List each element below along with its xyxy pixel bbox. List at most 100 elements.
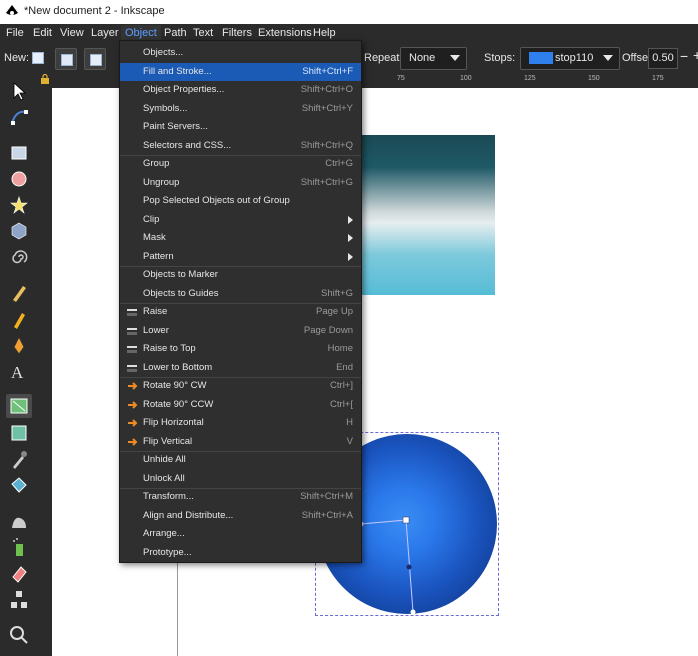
rotate-ccw-icon bbox=[126, 399, 138, 411]
offset-decrement-button[interactable]: − bbox=[680, 48, 688, 64]
menu-layer[interactable]: Layer bbox=[91, 27, 119, 39]
menu-item-flip-vertical[interactable]: Flip Vertical V bbox=[120, 433, 361, 451]
menu-view[interactable]: View bbox=[60, 27, 84, 39]
menu-item-object-properties[interactable]: Object Properties... Shift+Ctrl+O bbox=[120, 81, 361, 99]
dropper-tool-icon[interactable] bbox=[8, 448, 30, 470]
menu-item-shortcut: Shift+Ctrl+Q bbox=[300, 139, 353, 151]
menu-item-label: Flip Vertical bbox=[143, 435, 193, 447]
menu-item-shortcut: Home bbox=[327, 343, 353, 354]
menu-item-shortcut: Shift+Ctrl+G bbox=[300, 176, 353, 188]
rectangle-tool-icon[interactable] bbox=[8, 142, 30, 164]
repeat-select[interactable]: None bbox=[400, 47, 467, 70]
menu-text[interactable]: Text bbox=[193, 27, 213, 39]
menu-item-objects[interactable]: Objects... bbox=[120, 44, 361, 62]
eraser-tool-icon[interactable] bbox=[8, 562, 30, 584]
node-tool-icon[interactable] bbox=[8, 106, 30, 128]
new-radial-button[interactable] bbox=[55, 48, 77, 70]
linear-gradient-rectangle[interactable] bbox=[360, 135, 495, 295]
ellipse-tool-icon[interactable] bbox=[8, 168, 30, 190]
menu-item-label: Lower to Bottom bbox=[143, 361, 213, 373]
menu-item-align-and-distribute[interactable]: Align and Distribute... Shift+Ctrl+A bbox=[120, 507, 361, 525]
menu-filters[interactable]: Filters bbox=[222, 27, 252, 39]
menu-item-paint-servers[interactable]: Paint Servers... bbox=[120, 118, 361, 136]
menu-file[interactable]: File bbox=[6, 27, 24, 39]
menu-item-label: Align and Distribute... bbox=[143, 509, 234, 521]
zoom-tool-icon[interactable] bbox=[8, 624, 30, 646]
connector-tool-icon[interactable] bbox=[8, 588, 30, 610]
menu-item-label: Ungroup bbox=[143, 176, 180, 188]
menu-item-label: Arrange... bbox=[143, 528, 185, 539]
stops-select[interactable]: stop110 bbox=[520, 47, 620, 70]
selector-tool-icon[interactable] bbox=[8, 80, 30, 102]
gradient-center-handle[interactable] bbox=[402, 516, 410, 524]
pencil-tool-icon[interactable] bbox=[8, 282, 30, 304]
menu-item-arrange[interactable]: Arrange... bbox=[120, 525, 361, 543]
menu-item-unlock-all[interactable]: Unlock All bbox=[120, 470, 361, 488]
menu-item-objects-to-marker[interactable]: Objects to Marker bbox=[120, 266, 361, 284]
flip-horizontal-icon bbox=[126, 417, 138, 429]
offset-increment-button[interactable]: + bbox=[693, 47, 698, 63]
menu-item-group[interactable]: Group Ctrl+G bbox=[120, 155, 361, 173]
star-tool-icon[interactable] bbox=[8, 194, 30, 216]
menu-item-label: Pattern bbox=[143, 250, 174, 262]
menu-item-pop-selected-objects-out-of-group[interactable]: Pop Selected Objects out of Group bbox=[120, 192, 361, 210]
tweak-tool-icon[interactable] bbox=[8, 510, 30, 532]
menu-item-selectors-and-css[interactable]: Selectors and CSS... Shift+Ctrl+Q bbox=[120, 137, 361, 155]
chevron-down-icon bbox=[450, 55, 460, 61]
menu-item-lower-to-bottom[interactable]: Lower to Bottom End bbox=[120, 359, 361, 377]
object-menu-dropdown: Objects... Fill and Stroke... Shift+Ctrl+F… bbox=[119, 40, 362, 563]
menu-item-rotate-90-cw[interactable]: Rotate 90° CW Ctrl+] bbox=[120, 377, 361, 395]
menu-item-shortcut: Page Up bbox=[316, 306, 353, 317]
menu-edit[interactable]: Edit bbox=[33, 27, 52, 39]
menu-item-label: Object Properties... bbox=[143, 84, 225, 95]
gradient-tool-button[interactable] bbox=[6, 394, 32, 418]
menu-item-shortcut: Ctrl+[ bbox=[330, 398, 353, 410]
text-tool-icon[interactable]: A bbox=[8, 360, 30, 382]
offset-input[interactable]: 0.50 bbox=[648, 48, 678, 69]
menu-item-shortcut: Shift+Ctrl+O bbox=[300, 84, 353, 95]
menu-item-raise-to-top[interactable]: Raise to Top Home bbox=[120, 340, 361, 358]
gradient-tool-icon bbox=[10, 398, 28, 414]
menu-item-label: Raise to Top bbox=[143, 343, 196, 354]
menu-item-raise[interactable]: Raise Page Up bbox=[120, 303, 361, 321]
gradient-radius-handle[interactable] bbox=[410, 609, 416, 615]
window-title: *New document 2 - Inkscape bbox=[24, 5, 165, 17]
spray-tool-icon[interactable] bbox=[8, 536, 30, 558]
gradient-stop-handle[interactable] bbox=[406, 564, 412, 570]
ruler-label: 100 bbox=[460, 75, 472, 82]
pen-tool-icon[interactable] bbox=[8, 308, 30, 330]
menu-extensions[interactable]: Extensions bbox=[258, 27, 312, 39]
ruler-label: 175 bbox=[652, 75, 664, 82]
new-mesh-button[interactable] bbox=[84, 48, 106, 70]
menu-item-symbols[interactable]: Symbols... Shift+Ctrl+Y bbox=[120, 100, 361, 118]
menu-path[interactable]: Path bbox=[164, 27, 187, 39]
menu-item-clip[interactable]: Clip bbox=[120, 211, 361, 229]
menu-help[interactable]: Help bbox=[313, 27, 336, 39]
new-linear-button[interactable] bbox=[28, 48, 50, 70]
flip-vertical-icon bbox=[126, 436, 138, 448]
menu-item-pattern[interactable]: Pattern bbox=[120, 248, 361, 266]
calligraphy-tool-icon[interactable] bbox=[8, 334, 30, 356]
menu-item-label: Paint Servers... bbox=[143, 121, 208, 132]
lock-icon[interactable] bbox=[40, 74, 50, 84]
menu-item-flip-horizontal[interactable]: Flip Horizontal H bbox=[120, 414, 361, 432]
menu-item-fill-and-stroke[interactable]: Fill and Stroke... Shift+Ctrl+F bbox=[120, 62, 361, 81]
vertical-ruler bbox=[38, 88, 52, 656]
menu-item-objects-to-guides[interactable]: Objects to Guides Shift+G bbox=[120, 285, 361, 303]
spiral-tool-icon[interactable] bbox=[8, 246, 30, 268]
mesh-tool-icon[interactable] bbox=[8, 422, 30, 444]
menu-item-mask[interactable]: Mask bbox=[120, 229, 361, 247]
menu-item-lower[interactable]: Lower Page Down bbox=[120, 322, 361, 340]
menu-item-unhide-all[interactable]: Unhide All bbox=[120, 451, 361, 469]
paint-bucket-tool-icon[interactable] bbox=[8, 474, 30, 496]
menu-item-prototype[interactable]: Prototype... bbox=[120, 544, 361, 562]
repeat-value: None bbox=[409, 52, 436, 64]
menu-item-ungroup[interactable]: Ungroup Shift+Ctrl+G bbox=[120, 174, 361, 192]
menu-item-shortcut: End bbox=[336, 361, 353, 373]
menu-item-transform[interactable]: Transform... Shift+Ctrl+M bbox=[120, 488, 361, 506]
ruler-label: 75 bbox=[397, 75, 405, 82]
3d-box-tool-icon[interactable] bbox=[8, 220, 30, 242]
menu-item-rotate-90-ccw[interactable]: Rotate 90° CCW Ctrl+[ bbox=[120, 396, 361, 414]
menu-item-shortcut: Shift+Ctrl+F bbox=[302, 65, 353, 77]
stop-color-swatch bbox=[529, 52, 553, 64]
